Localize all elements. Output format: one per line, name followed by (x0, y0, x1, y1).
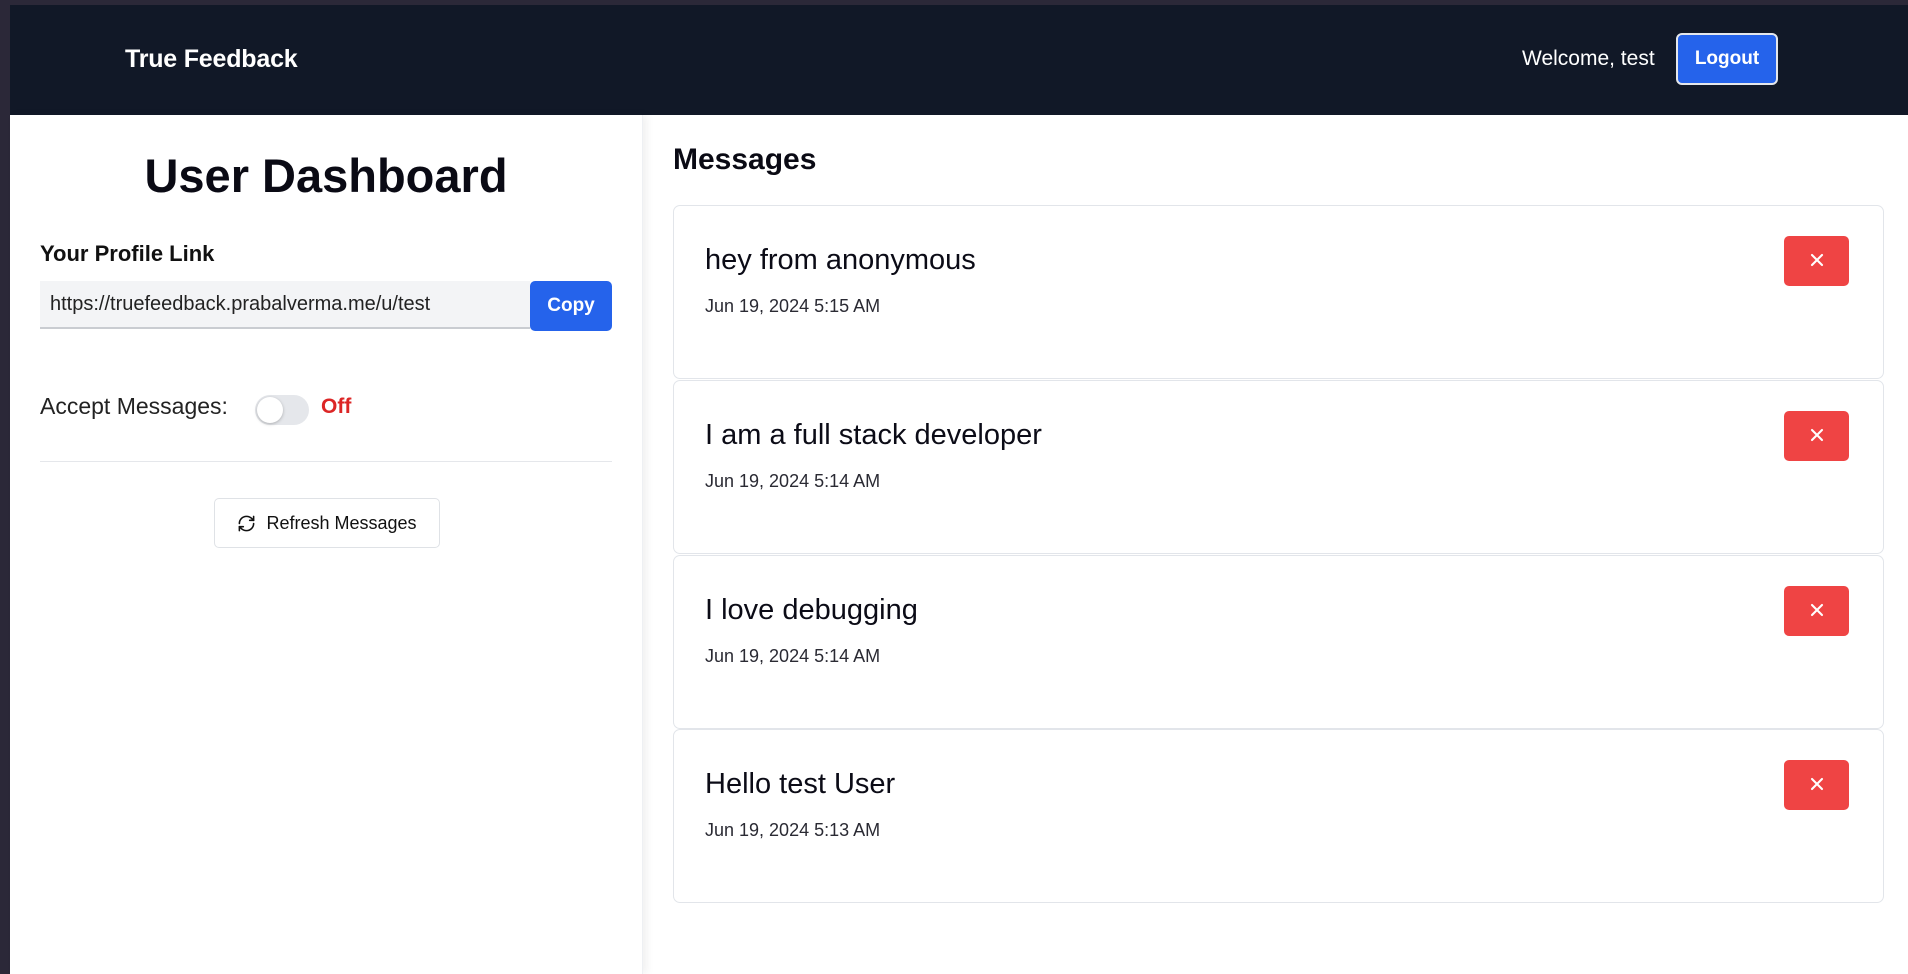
message-date: Jun 19, 2024 5:14 AM (705, 471, 881, 491)
message-date: Jun 19, 2024 5:13 AM (705, 820, 881, 840)
refresh-messages-label: Refresh Messages (266, 512, 417, 533)
message-text: hey from anonymous (705, 244, 976, 276)
message-card: Hello test User Jun 19, 2024 5:13 AM (673, 729, 1884, 903)
navbar: True Feedback Welcome, test Logout (10, 5, 1908, 115)
divider (40, 461, 612, 462)
profile-link-input[interactable] (40, 281, 530, 329)
message-card: hey from anonymous Jun 19, 2024 5:15 AM (673, 205, 1884, 379)
message-text: I love debugging (705, 594, 918, 626)
message-text: Hello test User (705, 768, 896, 800)
close-icon (1807, 250, 1827, 273)
message-date: Jun 19, 2024 5:14 AM (705, 646, 881, 666)
welcome-text: Welcome, test (1522, 47, 1655, 70)
profile-link-label: Your Profile Link (40, 241, 215, 266)
app-window: True Feedback Welcome, test Logout User … (10, 5, 1908, 974)
copy-button[interactable]: Copy (530, 281, 612, 331)
message-card: I love debugging Jun 19, 2024 5:14 AM (673, 555, 1884, 729)
delete-message-button[interactable] (1784, 586, 1849, 636)
logout-button[interactable]: Logout (1676, 33, 1778, 85)
delete-message-button[interactable] (1784, 236, 1849, 286)
accept-messages-toggle[interactable] (255, 395, 309, 425)
brand-logo[interactable]: True Feedback (125, 45, 298, 74)
close-icon (1807, 600, 1827, 623)
accept-messages-state: Off (321, 395, 352, 418)
refresh-icon (237, 514, 256, 533)
message-text: I am a full stack developer (705, 419, 1042, 451)
message-date: Jun 19, 2024 5:15 AM (705, 296, 881, 316)
close-icon (1807, 425, 1827, 448)
close-icon (1807, 774, 1827, 797)
delete-message-button[interactable] (1784, 411, 1849, 461)
refresh-messages-button[interactable]: Refresh Messages (214, 498, 440, 548)
messages-heading: Messages (673, 143, 817, 176)
accept-messages-label: Accept Messages: (40, 393, 228, 419)
dashboard-panel: User Dashboard Your Profile Link Copy Ac… (10, 115, 643, 974)
delete-message-button[interactable] (1784, 760, 1849, 810)
toggle-knob (257, 397, 283, 423)
message-card: I am a full stack developer Jun 19, 2024… (673, 380, 1884, 554)
page-title: User Dashboard (144, 149, 508, 202)
